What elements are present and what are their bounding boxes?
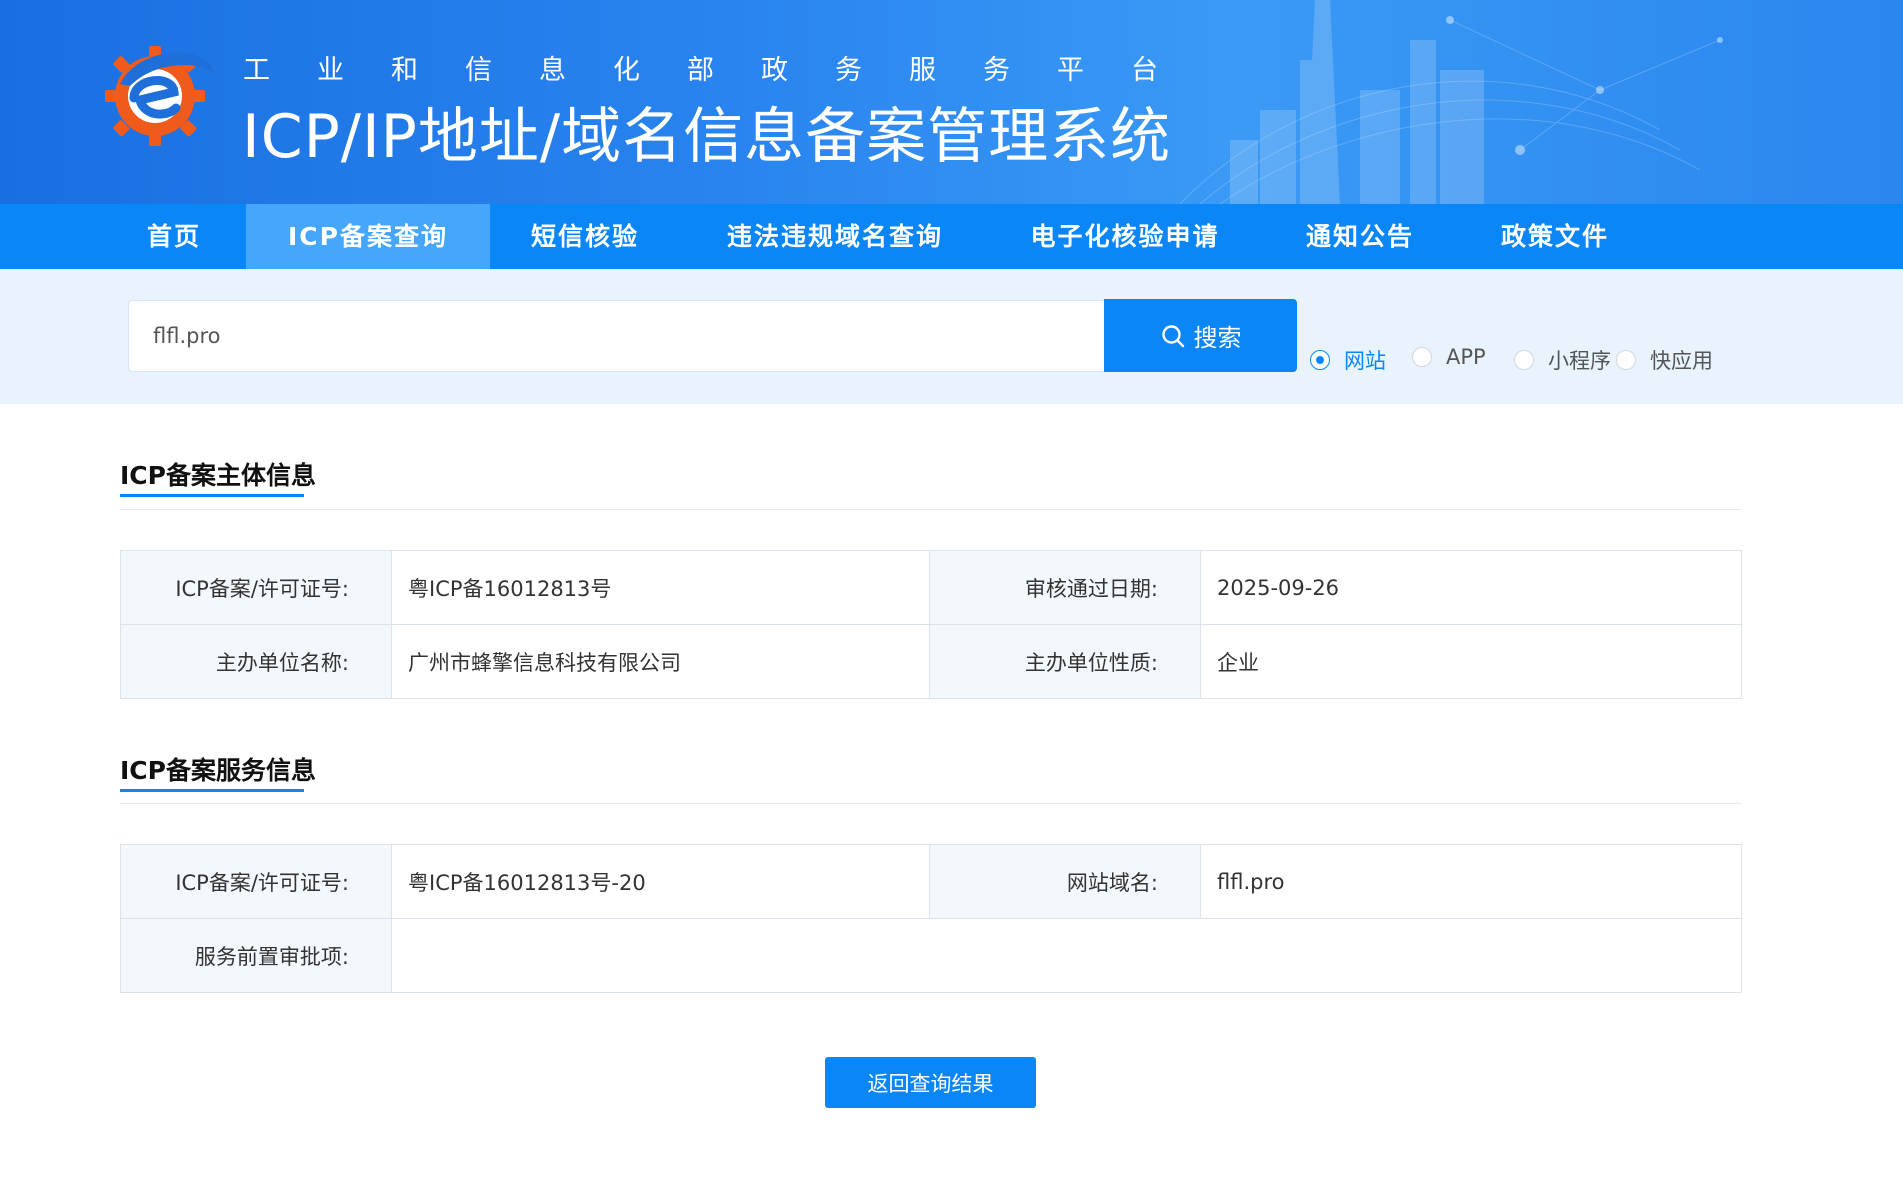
table-row: ICP备案/许可证号: 粤ICP备16012813号-20 网站域名: flfl… — [120, 844, 1742, 919]
banner-title: ICP/IP地址/域名信息备案管理系统 — [242, 102, 1172, 172]
back-to-results-button[interactable]: 返回查询结果 — [825, 1057, 1036, 1108]
radio-app-label: APP — [1446, 345, 1486, 369]
value-pre-approval-items — [391, 918, 1742, 993]
radio-mini-program[interactable]: 小程序 — [1514, 345, 1611, 375]
search-icon — [1161, 324, 1184, 347]
label-icp-license: ICP备案/许可证号: — [120, 550, 392, 625]
radio-quick-app[interactable]: 快应用 — [1616, 345, 1713, 375]
value-service-icp-license: 粤ICP备16012813号-20 — [391, 844, 930, 919]
label-organizer-nature: 主办单位性质: — [929, 624, 1201, 699]
radio-unchecked-icon — [1616, 350, 1636, 370]
radio-mini-program-label: 小程序 — [1548, 349, 1611, 373]
main-nav: 首页 ICP备案查询 短信核验 违法违规域名查询 电子化核验申请 通知公告 政策… — [0, 204, 1903, 269]
radio-unchecked-icon — [1412, 347, 1432, 367]
nav-item-home[interactable]: 首页 — [120, 204, 228, 269]
value-organizer-name: 广州市蜂擎信息科技有限公司 — [391, 624, 930, 699]
section-divider — [120, 803, 1741, 804]
table-row: ICP备案/许可证号: 粤ICP备16012813号 审核通过日期: 2025-… — [120, 550, 1742, 625]
section-divider — [120, 509, 1741, 510]
search-button[interactable]: 搜索 — [1104, 299, 1297, 372]
radio-website-label: 网站 — [1344, 349, 1386, 373]
label-pre-approval-items: 服务前置审批项: — [120, 918, 392, 993]
label-organizer-name: 主办单位名称: — [120, 624, 392, 699]
radio-unchecked-icon — [1514, 350, 1534, 370]
section-underline — [120, 789, 304, 792]
nav-item-icp-query[interactable]: ICP备案查询 — [246, 204, 490, 269]
radio-quick-app-label: 快应用 — [1650, 349, 1713, 373]
header-banner: 工业和信息化部政务服务平台 ICP/IP地址/域名信息备案管理系统 — [0, 0, 1903, 204]
nav-item-policy-docs[interactable]: 政策文件 — [1490, 204, 1620, 269]
search-band: 搜索 网站 APP 小程序 快应用 — [0, 269, 1903, 404]
search-input[interactable] — [128, 300, 1105, 372]
label-service-icp-license: ICP备案/许可证号: — [120, 844, 392, 919]
table-row: 主办单位名称: 广州市蜂擎信息科技有限公司 主办单位性质: 企业 — [120, 624, 1742, 699]
section-underline — [120, 494, 304, 497]
label-website-domain: 网站域名: — [929, 844, 1201, 919]
nav-item-e-verify-apply[interactable]: 电子化核验申请 — [1020, 204, 1230, 269]
section-title-service-info: ICP备案服务信息 — [120, 756, 316, 785]
section-title-subject-info: ICP备案主体信息 — [120, 461, 316, 490]
value-website-domain: flfl.pro — [1200, 844, 1742, 919]
nav-item-sms-verify[interactable]: 短信核验 — [520, 204, 650, 269]
value-icp-license: 粤ICP备16012813号 — [391, 550, 930, 625]
radio-app[interactable]: APP — [1412, 345, 1486, 369]
gear-e-logo-icon — [105, 46, 214, 146]
value-organizer-nature: 企业 — [1200, 624, 1742, 699]
search-button-label: 搜索 — [1193, 324, 1242, 352]
nav-item-illegal-domain-query[interactable]: 违法违规域名查询 — [715, 204, 955, 269]
nav-item-notices[interactable]: 通知公告 — [1295, 204, 1425, 269]
table-row: 服务前置审批项: — [120, 918, 1742, 993]
radio-checked-icon — [1310, 350, 1330, 370]
label-approval-date: 审核通过日期: — [929, 550, 1201, 625]
service-info-table: ICP备案/许可证号: 粤ICP备16012813号-20 网站域名: flfl… — [120, 844, 1742, 993]
radio-website[interactable]: 网站 — [1310, 345, 1386, 375]
banner-subtitle: 工业和信息化部政务服务平台 — [243, 55, 1205, 86]
value-approval-date: 2025-09-26 — [1200, 550, 1742, 625]
subject-info-table: ICP备案/许可证号: 粤ICP备16012813号 审核通过日期: 2025-… — [120, 550, 1742, 699]
